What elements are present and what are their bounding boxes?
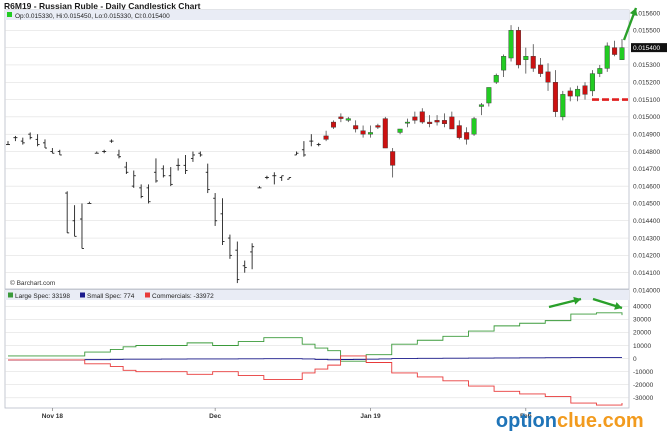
price-panel bbox=[4, 9, 630, 290]
candle-body bbox=[323, 135, 329, 140]
candle-body bbox=[419, 111, 425, 123]
price-tick-label: 0.015500 bbox=[633, 28, 660, 35]
candle-body bbox=[493, 75, 499, 83]
candle-body bbox=[353, 125, 359, 130]
price-tick-label: 0.014500 bbox=[633, 201, 660, 208]
candle-body bbox=[397, 128, 403, 133]
x-tick-label: Jan 19 bbox=[360, 413, 381, 420]
candle-body bbox=[412, 116, 418, 121]
candle-body bbox=[575, 88, 581, 97]
ohlc-label: Op:0.015330, Hi:0.015450, Lo:0.015330, C… bbox=[15, 13, 170, 20]
legend-swatch bbox=[80, 292, 85, 298]
price-tick-label: 0.014700 bbox=[633, 166, 660, 173]
price-tick-label: 0.014400 bbox=[633, 218, 660, 225]
candle-body bbox=[567, 90, 573, 97]
candle-body bbox=[456, 125, 462, 138]
legend-swatch bbox=[8, 292, 13, 298]
candle-body bbox=[471, 118, 477, 135]
price-tick-label: 0.015000 bbox=[633, 114, 660, 121]
cot-tick-label: 20000 bbox=[633, 330, 651, 337]
price-tick-label: 0.014000 bbox=[633, 287, 660, 294]
chart-canvas: Op:0.015330, Hi:0.015450, Lo:0.015330, C… bbox=[4, 7, 667, 431]
candle-body bbox=[360, 130, 366, 135]
watermark-part2: clue.com bbox=[557, 410, 644, 431]
candle-body bbox=[523, 56, 529, 60]
candle-body bbox=[501, 56, 507, 71]
legend-label: Small Spec: 774 bbox=[87, 293, 135, 300]
cot-tick-label: 0 bbox=[633, 356, 637, 363]
candle-body bbox=[604, 45, 610, 69]
candle-body bbox=[330, 121, 336, 128]
price-tick-label: 0.014600 bbox=[633, 183, 660, 190]
candle-body bbox=[449, 116, 455, 130]
legend-label: Large Spec: 33198 bbox=[15, 293, 70, 300]
candle-body bbox=[390, 151, 396, 166]
cot-tick-label: 40000 bbox=[633, 304, 651, 311]
candle-body bbox=[367, 132, 373, 135]
legend-label: Commercials: -33972 bbox=[152, 293, 214, 300]
candle-body bbox=[464, 132, 470, 140]
candle-body bbox=[382, 118, 388, 149]
price-tick-label: 0.015100 bbox=[633, 97, 660, 104]
candle-body bbox=[538, 64, 544, 74]
candle-body bbox=[530, 56, 536, 69]
price-tick-label: 0.014300 bbox=[633, 235, 660, 242]
watermark-part1: option bbox=[496, 410, 557, 431]
candle-body bbox=[486, 87, 492, 104]
price-tick-label: 0.014900 bbox=[633, 131, 660, 138]
cot-legend: Large Spec: 33198 Small Spec: 774 Commerci… bbox=[8, 292, 214, 300]
candle-body bbox=[478, 104, 484, 107]
last-price-label: 0.015400 bbox=[633, 45, 660, 52]
cot-tick-label: 10000 bbox=[633, 343, 651, 350]
x-tick-label: Dec bbox=[209, 413, 221, 420]
price-tick-label: 0.014200 bbox=[633, 253, 660, 260]
cot-tick-label: -10000 bbox=[633, 369, 654, 376]
x-tick-label: Nov 18 bbox=[42, 413, 64, 420]
credit-label: © Barchart.com bbox=[10, 279, 55, 287]
candle-body bbox=[427, 121, 433, 124]
candle-body bbox=[560, 94, 566, 118]
price-tick-label: 0.014800 bbox=[633, 149, 660, 156]
legend-swatch bbox=[145, 292, 150, 298]
candle-body bbox=[619, 47, 625, 60]
candle-body bbox=[582, 85, 588, 95]
price-tick-label: 0.014100 bbox=[633, 270, 660, 277]
cot-y-axis: 40000 30000 20000 10000 0 -10000 -20000 -30000 bbox=[633, 304, 654, 403]
ohlc-swatch bbox=[7, 12, 12, 17]
candle-body bbox=[375, 125, 381, 128]
candle-body bbox=[434, 120, 440, 123]
price-tick-label: 0.015600 bbox=[633, 10, 660, 17]
cot-tick-label: 30000 bbox=[633, 317, 651, 324]
candle-body bbox=[589, 73, 595, 92]
candle-body bbox=[508, 30, 514, 59]
price-y-axis: 0.015600 0.015500 0.015400 0.015300 0.015200… bbox=[631, 10, 667, 294]
candle-body bbox=[345, 118, 351, 121]
candle-body bbox=[612, 47, 618, 55]
candle-body bbox=[552, 82, 558, 112]
cot-panel bbox=[4, 289, 630, 409]
candle-body bbox=[338, 116, 344, 119]
candle-body bbox=[441, 120, 447, 125]
candle-body bbox=[545, 71, 551, 83]
candle-body bbox=[515, 30, 521, 66]
cot-tick-label: -20000 bbox=[633, 382, 654, 389]
candle-body bbox=[404, 121, 410, 124]
candle-body bbox=[597, 68, 603, 74]
cot-tick-label: -30000 bbox=[633, 395, 654, 402]
price-tick-label: 0.015300 bbox=[633, 62, 660, 69]
price-tick-label: 0.015200 bbox=[633, 80, 660, 87]
